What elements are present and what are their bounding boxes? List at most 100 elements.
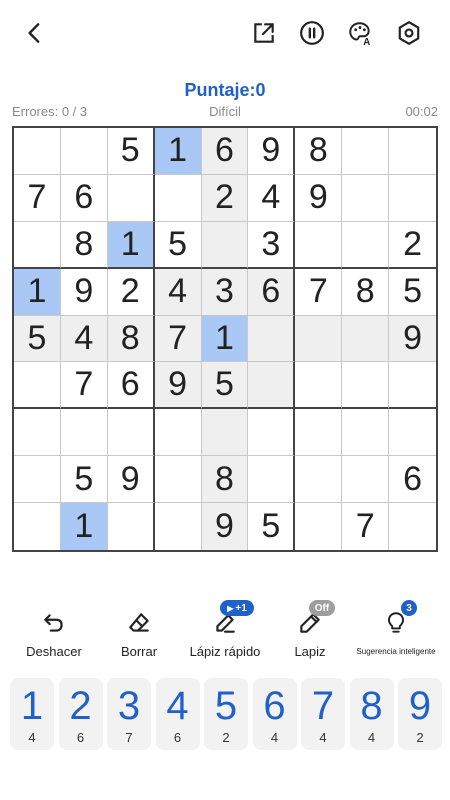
cell-r4c9[interactable]: 5: [389, 268, 436, 316]
key-9[interactable]: 92: [398, 678, 442, 750]
cell-r8c3[interactable]: 9: [107, 456, 155, 504]
cell-r6c6[interactable]: [248, 362, 296, 410]
cell-r2c3[interactable]: [107, 174, 155, 222]
cell-r9c1[interactable]: [14, 503, 61, 550]
cell-r8c2[interactable]: 5: [60, 456, 108, 504]
cell-r5c8[interactable]: [342, 315, 390, 363]
cell-r5c7[interactable]: [295, 315, 343, 363]
cell-r6c7[interactable]: [295, 362, 343, 410]
cell-r5c9[interactable]: 9: [389, 315, 436, 363]
cell-r9c7[interactable]: [295, 503, 343, 550]
cell-r7c8[interactable]: [342, 409, 390, 457]
cell-r1c6[interactable]: 9: [248, 128, 296, 175]
cell-r3c6[interactable]: 3: [248, 221, 296, 269]
cell-r5c3[interactable]: 8: [107, 315, 155, 363]
cell-r4c7[interactable]: 7: [295, 268, 343, 316]
cell-r8c6[interactable]: [248, 456, 296, 504]
cell-r2c1[interactable]: 7: [14, 174, 61, 222]
back-button[interactable]: [20, 18, 50, 48]
cell-r4c8[interactable]: 8: [342, 268, 390, 316]
cell-r4c3[interactable]: 2: [107, 268, 155, 316]
cell-r3c3[interactable]: 1: [107, 221, 155, 269]
cell-r8c5[interactable]: 8: [201, 456, 249, 504]
cell-r9c2[interactable]: 1: [60, 503, 108, 550]
cell-r5c1[interactable]: 5: [14, 315, 61, 363]
cell-r7c2[interactable]: [60, 409, 108, 457]
cell-r1c2[interactable]: [60, 128, 108, 175]
cell-r1c4[interactable]: 1: [154, 128, 202, 175]
cell-r1c5[interactable]: 6: [201, 128, 249, 175]
settings-button[interactable]: [394, 18, 424, 48]
cell-r4c6[interactable]: 6: [248, 268, 296, 316]
cell-r9c8[interactable]: 7: [342, 503, 390, 550]
cell-r1c1[interactable]: [14, 128, 61, 175]
cell-r2c9[interactable]: [389, 174, 436, 222]
cell-r1c7[interactable]: 8: [295, 128, 343, 175]
cell-r1c9[interactable]: [389, 128, 436, 175]
cell-r8c7[interactable]: [295, 456, 343, 504]
cell-r9c6[interactable]: 5: [248, 503, 296, 550]
pencil-button[interactable]: Off Lapiz: [265, 600, 355, 664]
key-6[interactable]: 64: [252, 678, 297, 750]
key-7[interactable]: 74: [301, 678, 345, 750]
cell-r6c2[interactable]: 7: [60, 362, 108, 410]
cell-r9c9[interactable]: [389, 503, 436, 550]
cell-r8c8[interactable]: [342, 456, 390, 504]
cell-r3c7[interactable]: [295, 221, 343, 269]
cell-r7c3[interactable]: [107, 409, 155, 457]
cell-r5c5[interactable]: 1: [201, 315, 249, 363]
cell-r6c3[interactable]: 6: [107, 362, 155, 410]
cell-r6c1[interactable]: [14, 362, 61, 410]
fast-pencil-button[interactable]: ▶ +1 Lápiz rápido: [180, 600, 270, 664]
cell-r1c8[interactable]: [342, 128, 390, 175]
cell-r3c4[interactable]: 5: [154, 221, 202, 269]
cell-r2c8[interactable]: [342, 174, 390, 222]
cell-r2c6[interactable]: 4: [248, 174, 296, 222]
cell-r6c4[interactable]: 9: [154, 362, 202, 410]
cell-r7c1[interactable]: [14, 409, 61, 457]
cell-r7c9[interactable]: [389, 409, 436, 457]
pause-button[interactable]: [297, 18, 327, 48]
cell-r6c8[interactable]: [342, 362, 390, 410]
cell-r4c5[interactable]: 3: [201, 268, 249, 316]
cell-r7c6[interactable]: [248, 409, 296, 457]
cell-r9c5[interactable]: 9: [201, 503, 249, 550]
cell-r2c5[interactable]: 2: [201, 174, 249, 222]
cell-r7c5[interactable]: [201, 409, 249, 457]
cell-r7c4[interactable]: [154, 409, 202, 457]
cell-r9c3[interactable]: [107, 503, 155, 550]
hint-button[interactable]: 3 Sugerencia inteligente: [351, 600, 441, 664]
cell-r4c1[interactable]: 1: [14, 268, 61, 316]
cell-r1c3[interactable]: 5: [107, 128, 155, 175]
theme-button[interactable]: A: [345, 18, 375, 48]
cell-r4c2[interactable]: 9: [60, 268, 108, 316]
key-2[interactable]: 26: [58, 678, 103, 750]
cell-r6c9[interactable]: [389, 362, 436, 410]
cell-r4c4[interactable]: 4: [154, 268, 202, 316]
key-1[interactable]: 14: [10, 678, 54, 750]
cell-r3c1[interactable]: [14, 221, 61, 269]
key-8[interactable]: 84: [349, 678, 394, 750]
cell-r3c5[interactable]: [201, 221, 249, 269]
key-5[interactable]: 52: [204, 678, 248, 750]
cell-r9c4[interactable]: [154, 503, 202, 550]
cell-r2c2[interactable]: 6: [60, 174, 108, 222]
cell-r3c9[interactable]: 2: [389, 221, 436, 269]
cell-r8c4[interactable]: [154, 456, 202, 504]
cell-r5c2[interactable]: 4: [60, 315, 108, 363]
erase-button[interactable]: Borrar: [94, 604, 184, 664]
cell-r6c5[interactable]: 5: [201, 362, 249, 410]
cell-r8c9[interactable]: 6: [389, 456, 436, 504]
undo-button[interactable]: Deshacer: [9, 604, 99, 664]
key-4[interactable]: 46: [155, 678, 200, 750]
cell-r7c7[interactable]: [295, 409, 343, 457]
cell-r3c8[interactable]: [342, 221, 390, 269]
cell-r5c6[interactable]: [248, 315, 296, 363]
share-button[interactable]: [249, 18, 279, 48]
cell-r8c1[interactable]: [14, 456, 61, 504]
cell-r2c4[interactable]: [154, 174, 202, 222]
cell-r3c2[interactable]: 8: [60, 221, 108, 269]
key-3[interactable]: 37: [107, 678, 151, 750]
cell-r2c7[interactable]: 9: [295, 174, 343, 222]
cell-r5c4[interactable]: 7: [154, 315, 202, 363]
